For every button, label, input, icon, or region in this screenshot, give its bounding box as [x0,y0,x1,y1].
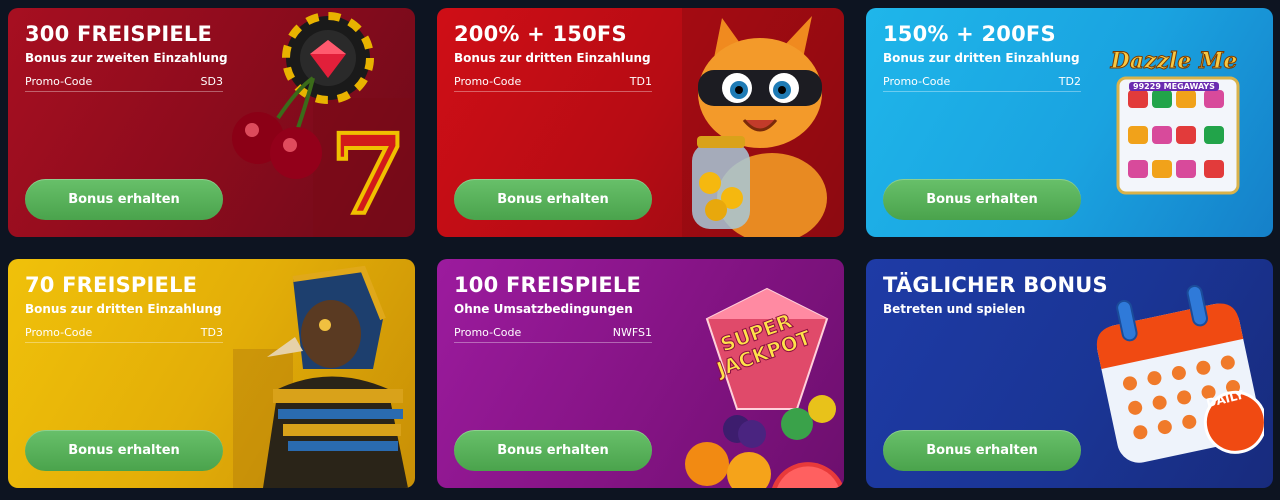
bonus-card-200-150fs[interactable]: 200% + 150FS Bonus zur dritten Einzahlun… [437,8,844,237]
card-title: TÄGLICHER BONUS [883,273,1108,297]
masked-cat-with-coin-jar-icon [682,8,844,237]
promo-code-label: Promo-Code [454,326,522,339]
card-title: 70 FREISPIELE [25,273,198,297]
get-bonus-button[interactable]: Bonus erhalten [883,179,1081,220]
promo-code-label: Promo-Code [25,75,93,88]
egyptian-falcon-god-icon [233,265,408,488]
promo-code-row: Promo-Code TD2 [883,75,1081,92]
card-subtitle: Bonus zur dritten Einzahlung [454,51,651,65]
promo-code-label: Promo-Code [25,326,93,339]
dazzle-me-logo: Dazzle Me 99229 MEGAWAYS [1110,48,1238,91]
card-subtitle: Bonus zur dritten Einzahlung [883,51,1080,65]
promo-code-row: Promo-Code SD3 [25,75,223,92]
get-bonus-button[interactable]: Bonus erhalten [454,430,652,471]
card-title: 200% + 150FS [454,22,627,46]
promo-code-label: Promo-Code [883,75,951,88]
card-subtitle: Betreten und spielen [883,302,1026,316]
svg-text:7: 7 [330,110,407,237]
bonus-card-100-freispiele[interactable]: SUPER JACKPOT 100 FREISPIELE Ohne Umsatz… [437,259,844,488]
casino-chip-cherries-seven-icon: 7 [232,12,415,237]
bonus-card-150-200fs[interactable]: Dazzle Me 99229 MEGAWAYS 150% + 200FS Bo… [866,8,1273,237]
card-subtitle: Bonus zur dritten Einzahlung [25,302,222,316]
bonus-card-300-freispiele[interactable]: 7 300 FREISPIELE Bonus zur zweiten Einza… [8,8,415,237]
get-bonus-button[interactable]: Bonus erhalten [25,430,223,471]
bonus-card-taeglicher-bonus[interactable]: DAILY TÄGLICHER BONUS Betreten und spiel… [866,259,1273,488]
promo-code-row: Promo-Code TD1 [454,75,652,92]
promo-code-value[interactable]: TD3 [201,326,223,339]
promo-code-value[interactable]: TD2 [1059,75,1081,88]
promo-code-value[interactable]: TD1 [630,75,652,88]
get-bonus-button[interactable]: Bonus erhalten [454,179,652,220]
card-subtitle: Bonus zur zweiten Einzahlung [25,51,228,65]
card-title: 100 FREISPIELE [454,273,642,297]
card-title: 300 FREISPIELE [25,22,213,46]
super-jackpot-fruits-icon [685,287,844,488]
get-bonus-button[interactable]: Bonus erhalten [25,179,223,220]
get-bonus-button[interactable]: Bonus erhalten [883,430,1081,471]
promo-code-row: Promo-Code TD3 [25,326,223,343]
promo-code-row: Promo-Code NWFS1 [454,326,652,343]
promo-code-value[interactable]: SD3 [201,75,223,88]
bonus-card-70-freispiele[interactable]: 70 FREISPIELE Bonus zur dritten Einzahlu… [8,259,415,488]
promo-code-label: Promo-Code [454,75,522,88]
calendar-icon [1096,284,1264,463]
card-title: 150% + 200FS [883,22,1056,46]
promo-code-value[interactable]: NWFS1 [613,326,652,339]
card-subtitle: Ohne Umsatzbedingungen [454,302,633,316]
